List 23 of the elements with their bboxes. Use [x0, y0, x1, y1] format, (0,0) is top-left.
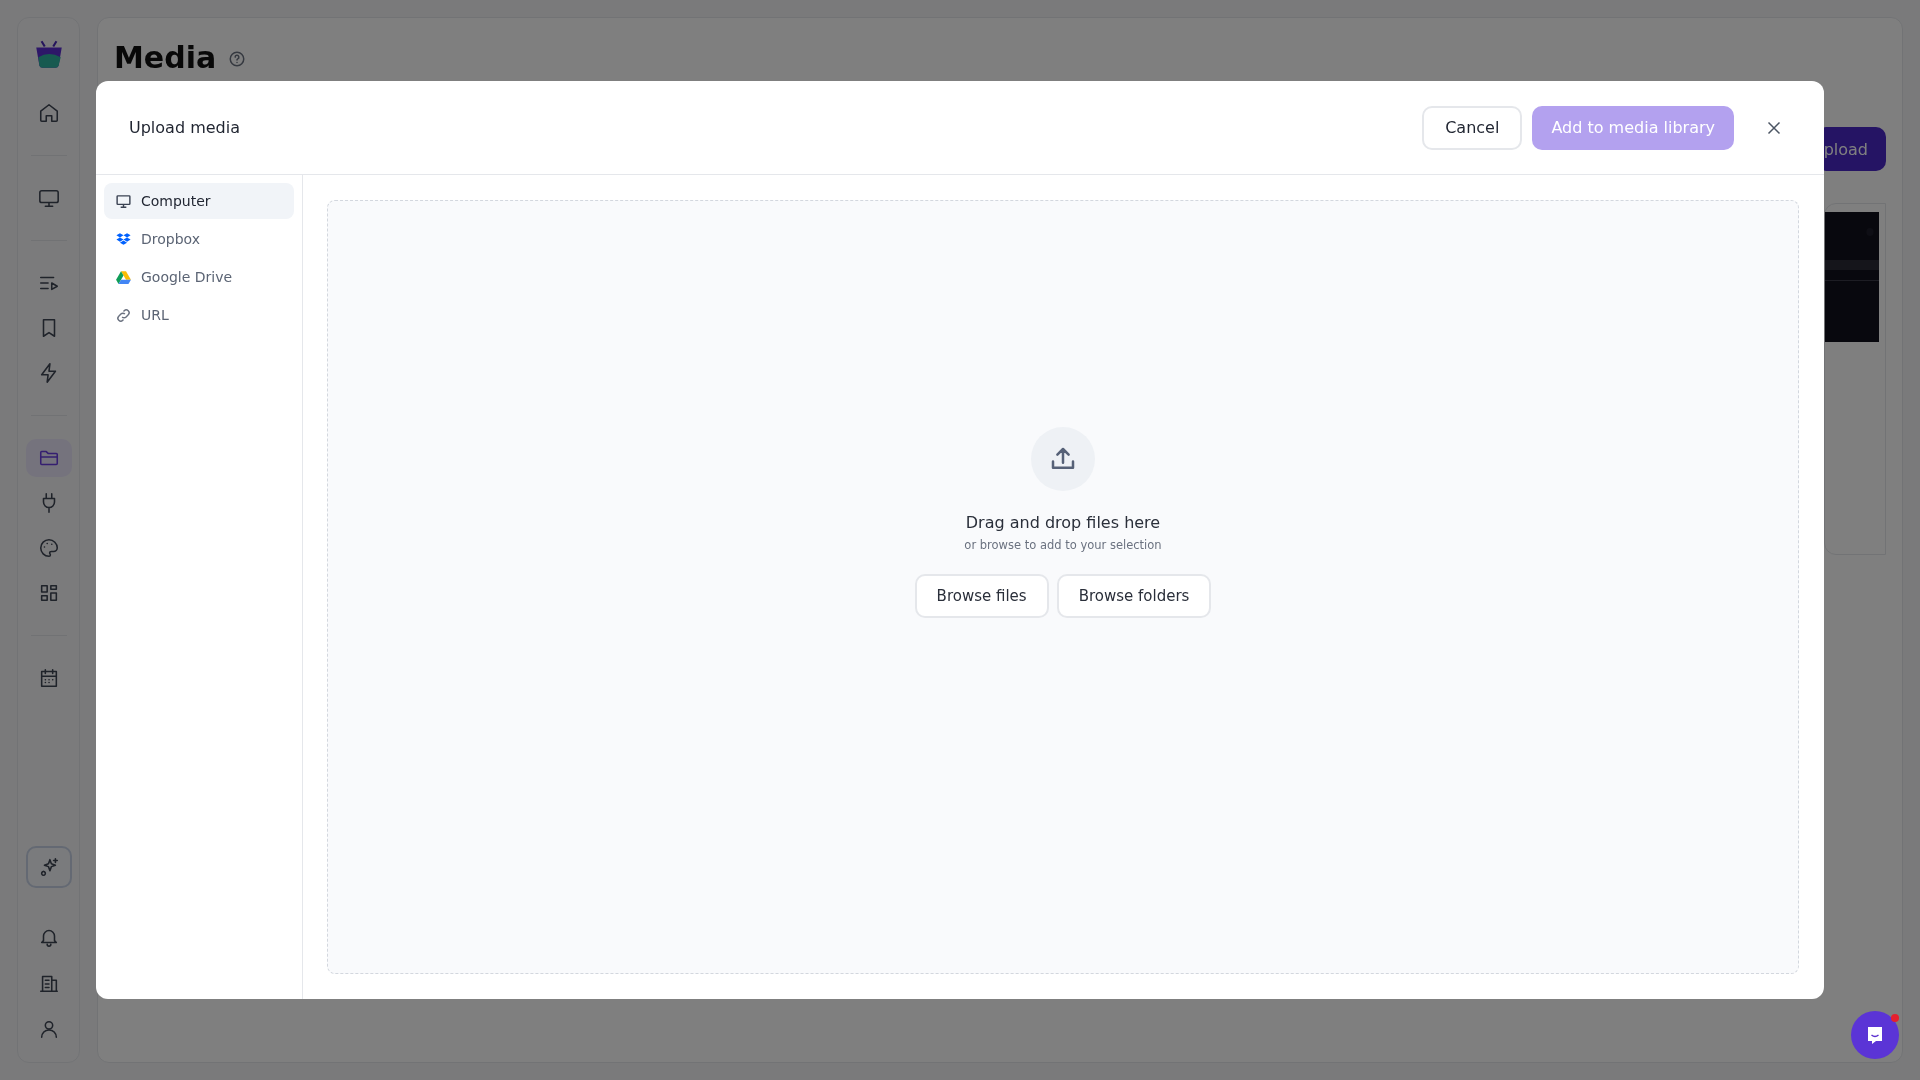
drop-heading: Drag and drop files here [965, 512, 1161, 532]
help-icon[interactable] [228, 50, 247, 68]
sparkle-button[interactable] [25, 846, 72, 888]
cancel-button[interactable]: Cancel [1422, 105, 1523, 150]
drop-zone[interactable]: Drag and drop files here or browse to add to your selection Browse files Browse folders [327, 200, 1799, 974]
browse-button[interactable]: Browse folders [1056, 573, 1212, 618]
page-title: Media [114, 40, 217, 75]
source-item[interactable]: Dropbox [104, 221, 294, 257]
drop-hint: or browse to add to your selection [964, 537, 1162, 552]
palette-icon [37, 537, 60, 559]
home-icon [37, 102, 60, 124]
browse-button[interactable]: Browse files [914, 573, 1049, 618]
link-icon [115, 306, 132, 324]
drive-icon [115, 268, 132, 286]
source-item[interactable]: URL [104, 297, 294, 333]
nav-folder-button[interactable] [25, 439, 72, 477]
media-card[interactable] [1824, 203, 1886, 555]
source-item[interactable]: Google Drive [104, 259, 294, 295]
dropbox-icon [115, 230, 132, 248]
source-item[interactable]: Computer [104, 183, 294, 219]
monitor-icon [37, 187, 60, 209]
monitor-icon [115, 192, 132, 210]
dialog-title: Upload media [129, 118, 240, 137]
